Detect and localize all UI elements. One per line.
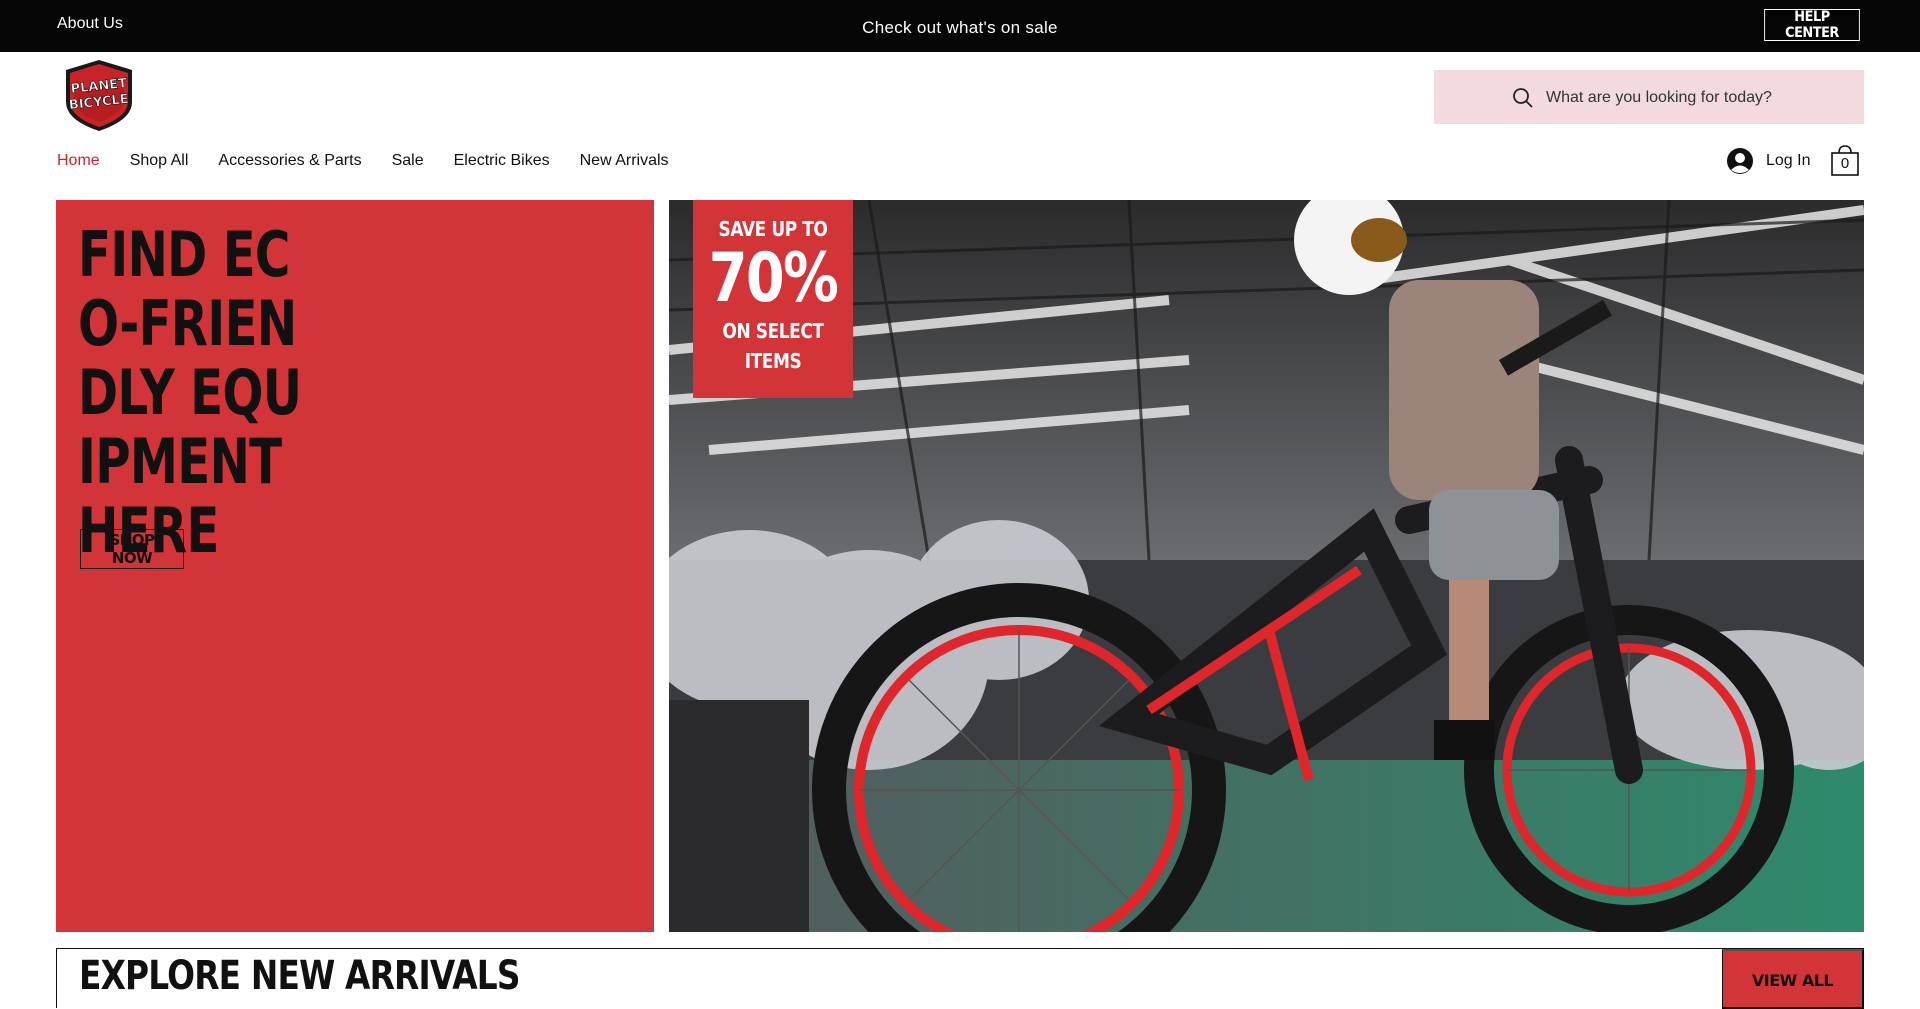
search-bar[interactable] — [1434, 70, 1864, 124]
nav-item-home[interactable]: Home — [57, 151, 100, 175]
sale-badge: SAVE UP TO 70% ON SELECT ITEMS — [693, 200, 853, 398]
user-avatar-icon — [1727, 148, 1753, 174]
cart-button[interactable]: 0 — [1830, 143, 1860, 177]
section-title: EXPLORE NEW ARRIVALS — [79, 953, 520, 999]
view-all-button[interactable]: VIEW ALL — [1722, 949, 1864, 1009]
login-button[interactable]: Log In — [1726, 146, 1810, 176]
search-icon[interactable] — [1512, 87, 1534, 109]
nav-item-new-arrivals[interactable]: New Arrivals — [580, 151, 669, 175]
nav-item-sale[interactable]: Sale — [392, 151, 424, 175]
sale-promo-text[interactable]: Check out what's on sale — [0, 18, 1920, 38]
badge-on-select-items: ON SELECT ITEMS — [722, 319, 824, 373]
logo-wordmark: PLANET BICYCLE — [68, 76, 130, 114]
main-nav: Home Shop All Accessories & Parts Sale E… — [57, 151, 699, 175]
login-label: Log In — [1766, 152, 1811, 169]
search-input[interactable] — [1544, 84, 1848, 112]
help-center-button[interactable]: HELP CENTER — [1764, 9, 1860, 41]
nav-item-shop-all[interactable]: Shop All — [130, 151, 189, 175]
nav-item-electric-bikes[interactable]: Electric Bikes — [454, 151, 550, 175]
shop-now-button[interactable]: SHOP NOW — [80, 529, 184, 569]
cart-count: 0 — [1840, 155, 1850, 172]
nav-item-accessories-parts[interactable]: Accessories & Parts — [218, 151, 361, 175]
hero-headline: FIND ECO-FRIENDLY EQUIPMENT HERE — [78, 218, 302, 567]
planet-bicycle-logo[interactable]: PLANET BICYCLE — [62, 58, 136, 133]
badge-percent: 70% — [708, 239, 839, 318]
hero-promo-panel: FIND ECO-FRIENDLY EQUIPMENT HERE SHOP NO… — [56, 200, 654, 932]
explore-new-arrivals-section: EXPLORE NEW ARRIVALS VIEW ALL — [56, 948, 1864, 1009]
announcement-bar: About Us Check out what's on sale HELP C… — [0, 0, 1920, 52]
